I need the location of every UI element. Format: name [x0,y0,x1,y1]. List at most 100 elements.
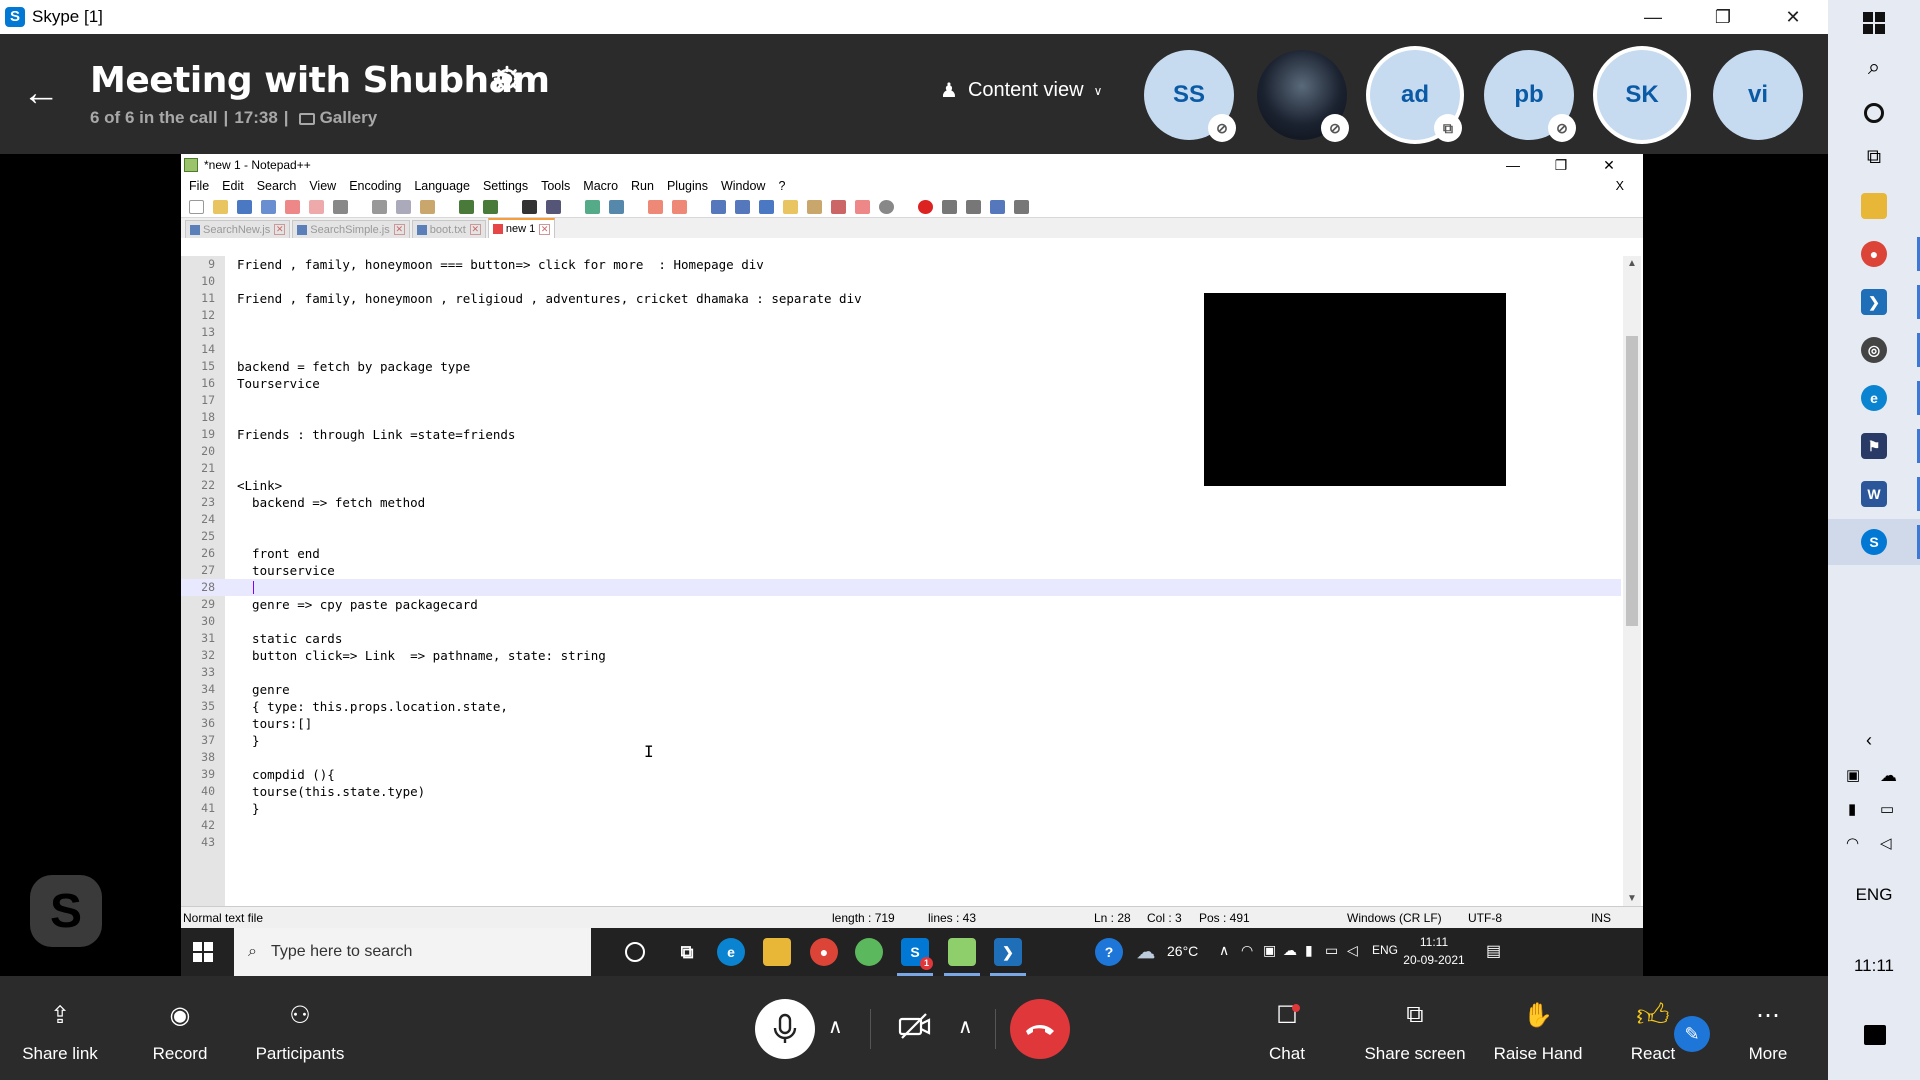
pen-edit-icon[interactable]: ✎ [1674,1016,1710,1052]
host-start-button[interactable] [1828,0,1920,46]
scrollbar-thumb[interactable] [1626,336,1638,626]
content-view-dropdown[interactable]: ♟ Content view ∨ [940,78,1102,103]
wifi-icon[interactable]: ◠ [1846,834,1859,852]
wifi-icon[interactable]: ◠ [1241,942,1253,959]
host-language[interactable]: ENG [1828,885,1920,905]
run-macro-multiple-icon[interactable] [990,199,1005,214]
function-list-icon[interactable] [807,199,822,214]
notepad-close-button[interactable]: ✕ [1585,154,1633,176]
inner-language[interactable]: ENG [1372,943,1398,957]
camera-options-chevron-icon[interactable]: ∧ [958,1014,973,1039]
scroll-up-icon[interactable]: ▲ [1623,258,1641,269]
record-button[interactable]: ◉ Record [130,976,230,1080]
host-chrome[interactable]: ● [1828,231,1920,277]
chrome-icon[interactable]: ● [810,938,838,966]
host-skype[interactable]: S [1828,519,1920,565]
vscode-icon[interactable]: ❯ [990,938,1026,976]
file-explorer-icon[interactable] [763,938,791,966]
leaf-app-icon[interactable] [855,938,883,966]
menu-search[interactable]: Search [257,179,297,193]
host-vscode[interactable]: ❯ [1828,279,1920,325]
code-line[interactable]: 31 static cards [181,630,1621,647]
cut-icon[interactable] [372,199,387,214]
print-icon[interactable] [333,199,348,214]
code-line[interactable]: 27 tourservice [181,562,1621,579]
code-line[interactable]: 25 [181,528,1621,545]
record-macro-icon[interactable] [918,199,933,214]
mic-options-chevron-icon[interactable]: ∧ [828,1014,843,1039]
tray-chevron-left-icon[interactable]: ‹ [1866,730,1872,751]
play-macro-icon[interactable] [966,199,981,214]
code-line[interactable]: 34 genre [181,681,1621,698]
close-button[interactable]: ✕ [1758,0,1828,34]
volume-icon[interactable]: ◁ [1347,942,1358,959]
code-line[interactable]: 39 compdid (){ [181,766,1621,783]
volume-icon[interactable]: ◁ [1880,834,1892,852]
notepad-minimize-button[interactable]: — [1489,154,1537,176]
zoom-in-icon[interactable] [585,199,600,214]
code-line[interactable]: 26 front end [181,545,1621,562]
stop-macro-icon[interactable] [942,199,957,214]
tab-searchnew[interactable]: SearchNew.js ✕ [185,220,291,238]
mic-tray-icon[interactable]: ▮ [1305,942,1313,959]
host-file-explorer[interactable] [1828,183,1920,229]
sync-vertical-icon[interactable] [648,199,663,214]
scroll-down-icon[interactable]: ▼ [1623,893,1641,904]
host-notification-icon[interactable] [1864,1025,1886,1045]
host-task-view-button[interactable]: ⧉ [1828,134,1920,180]
participant-avatar[interactable]: pb ⊘ [1484,50,1576,142]
mic-tray-icon[interactable]: ▮ [1848,800,1856,818]
paste-icon[interactable] [420,199,435,214]
menu-file[interactable]: File [189,179,209,193]
participant-avatar-photo[interactable]: ⊘ [1257,50,1349,142]
weather-temp[interactable]: 26°C [1167,943,1198,959]
code-line[interactable]: 28 [181,579,1621,596]
menu-run[interactable]: Run [631,179,654,193]
open-file-icon[interactable] [213,199,228,214]
copy-icon[interactable] [396,199,411,214]
code-line[interactable]: 35 { type: this.props.location.state, [181,698,1621,715]
share-link-button[interactable]: ⇪ Share link [10,976,110,1080]
chat-button[interactable]: ☐ Chat [1262,976,1312,1080]
camera-off-button[interactable] [895,1006,935,1046]
host-edge[interactable]: e [1828,375,1920,421]
react-button[interactable]: 👍︎ React [1628,976,1678,1080]
participant-avatar-active[interactable]: ad ⧉ [1370,50,1462,142]
code-line[interactable]: 37 } [181,732,1621,749]
meet-now-icon[interactable]: ▣ [1263,942,1276,959]
menu-edit[interactable]: Edit [222,179,244,193]
participant-avatar[interactable]: SS ⊘ [1144,50,1236,142]
code-line[interactable]: 42 [181,817,1621,834]
editor-vertical-scrollbar[interactable]: ▲ ▼ [1623,256,1641,906]
find-icon[interactable] [522,199,537,214]
menu-settings[interactable]: Settings [483,179,528,193]
code-line[interactable]: 10 [181,273,1621,290]
code-line[interactable]: 32 button click=> Link => pathname, stat… [181,647,1621,664]
inner-clock[interactable]: 11:11 20-09-2021 [1399,933,1469,969]
host-word[interactable]: W [1828,471,1920,517]
code-line[interactable]: 40 tourse(this.state.type) [181,783,1621,800]
code-line[interactable]: 41 } [181,800,1621,817]
host-clock[interactable]: 11:11 [1828,956,1920,976]
undo-icon[interactable] [459,199,474,214]
menu-window[interactable]: Window [721,179,765,193]
minimize-button[interactable]: — [1618,0,1688,34]
tab-searchsimple[interactable]: SearchSimple.js ✕ [292,220,410,238]
task-view-icon[interactable]: ⧉ [673,938,701,966]
battery-icon[interactable]: ▭ [1880,800,1894,818]
help-icon[interactable]: ? [1095,938,1123,966]
close-document-button[interactable]: X [1616,179,1624,193]
menu-language[interactable]: Language [414,179,470,193]
meet-now-icon[interactable]: ▣ [1846,766,1860,784]
host-obs[interactable]: ◎ [1828,327,1920,373]
view-mode[interactable]: Gallery [320,108,378,127]
code-line[interactable]: 36 tours:[] [181,715,1621,732]
code-line[interactable]: 30 [181,613,1621,630]
tab-close-icon[interactable]: ✕ [539,223,551,235]
tab-new-1[interactable]: new 1 ✕ [487,218,556,238]
menu-tools[interactable]: Tools [541,179,570,193]
sync-horizontal-icon[interactable] [672,199,687,214]
participant-avatar[interactable]: SK [1597,50,1687,140]
microphone-button[interactable] [755,999,815,1059]
back-arrow-icon[interactable]: ← [22,72,60,115]
